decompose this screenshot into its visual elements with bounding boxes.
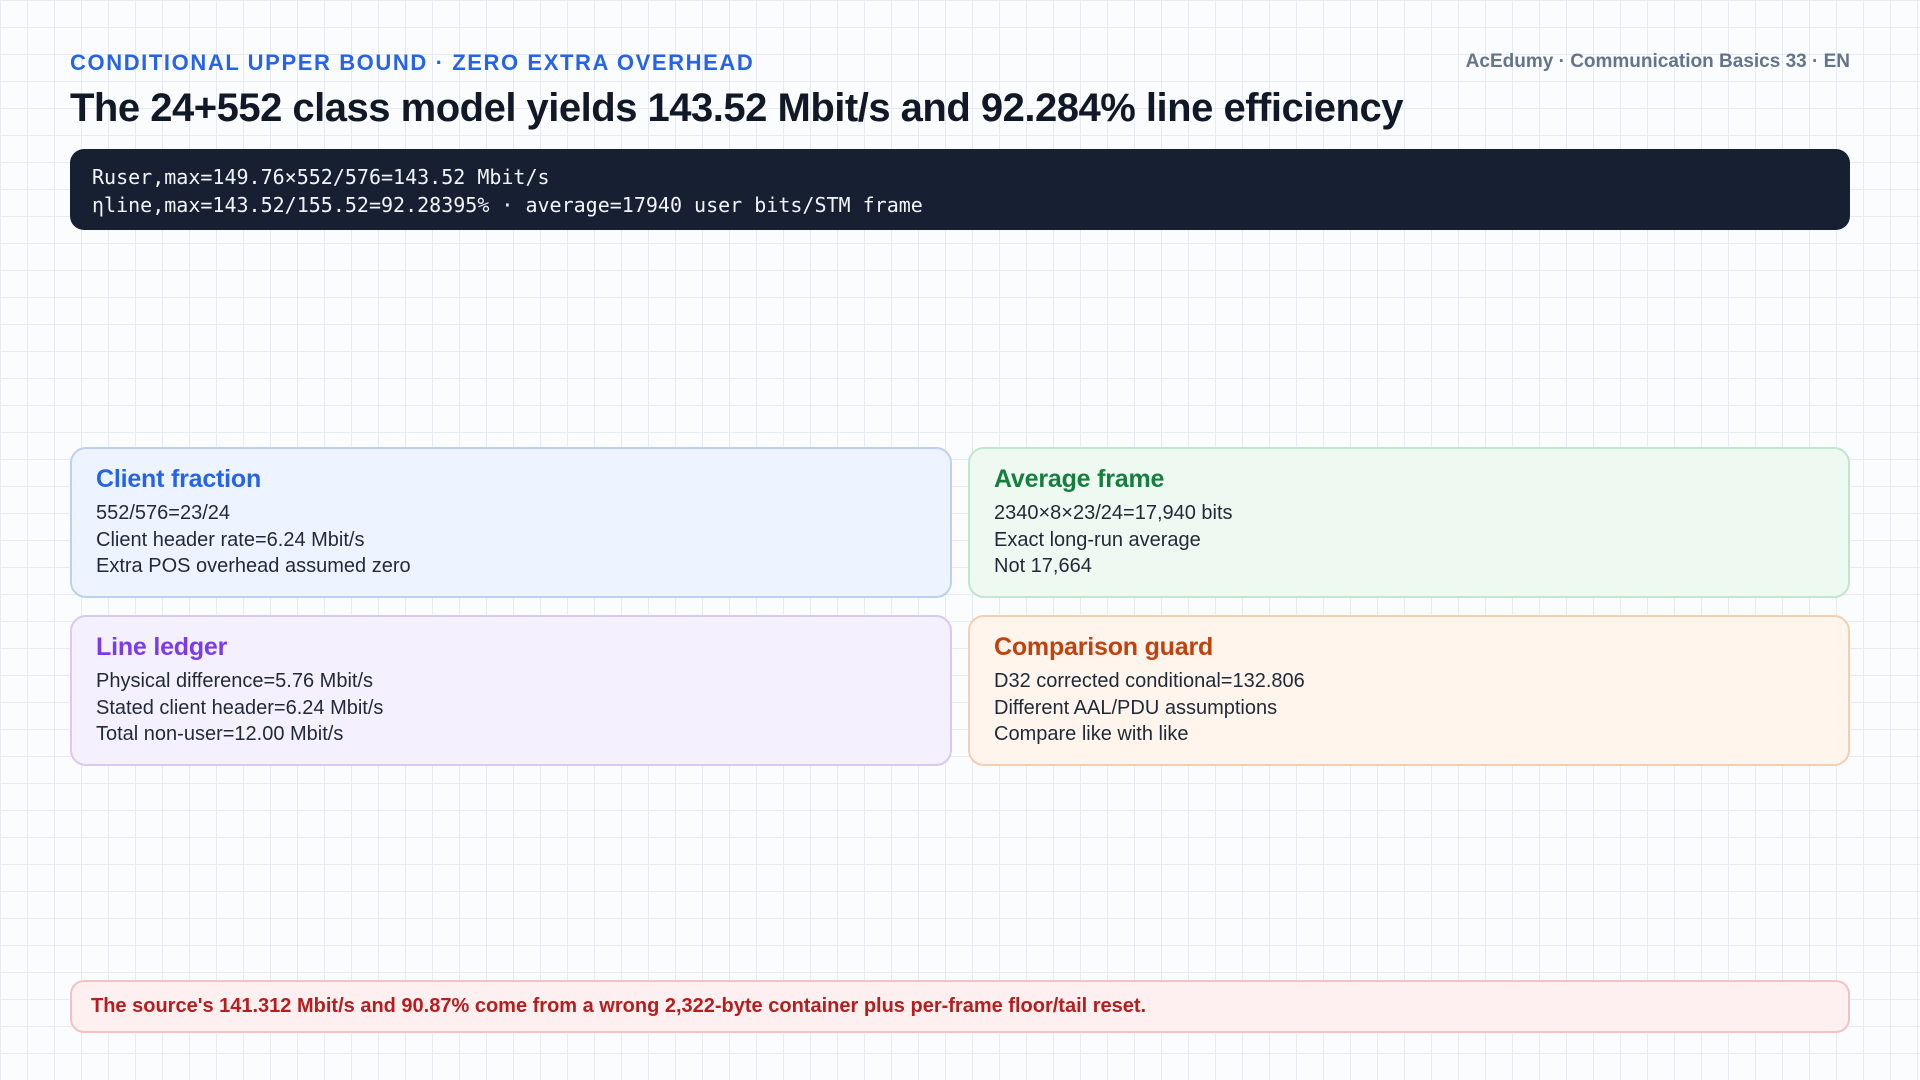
- card-line: Compare like with like: [994, 723, 1189, 745]
- card-average-frame: Average frame 2340×8×23/24=17,940 bits E…: [968, 447, 1850, 598]
- card-line: Extra POS overhead assumed zero: [96, 555, 411, 577]
- card-title: Line ledger: [96, 633, 228, 661]
- page-title: The 24+552 class model yields 143.52 Mbi…: [70, 86, 1403, 130]
- card-line-ledger: Line ledger Physical difference=5.76 Mbi…: [70, 615, 952, 766]
- card-line: 552/576=23/24: [96, 502, 231, 524]
- card-line: 2340×8×23/24=17,940 bits: [994, 502, 1233, 524]
- warning-banner: The source's 141.312 Mbit/s and 90.87% c…: [70, 980, 1850, 1033]
- card-line: Client header rate=6.24 Mbit/s: [96, 528, 365, 551]
- formula-line: ηline,max=143.52/155.52=92.28395% · aver…: [92, 193, 923, 217]
- card-title: Average frame: [994, 465, 1165, 493]
- card-line: Total non-user=12.00 Mbit/s: [96, 723, 344, 745]
- card-title: Client fraction: [96, 465, 262, 493]
- card-client-fraction: Client fraction 552/576=23/24 Client hea…: [70, 447, 952, 598]
- formula-box: Ruser,max=149.76×552/576=143.52 Mbit/s η…: [70, 149, 1850, 230]
- card-line: Different AAL/PDU assumptions: [994, 696, 1278, 719]
- section-kicker: CONDITIONAL UPPER BOUND · ZERO EXTRA OVE…: [70, 50, 755, 75]
- card-line: D32 corrected conditional=132.806: [994, 670, 1305, 692]
- brand-label: AcEdumy · Communication Basics 33 · EN: [1465, 51, 1850, 72]
- card-comparison-guard: Comparison guard D32 corrected condition…: [968, 615, 1850, 766]
- card-line: Physical difference=5.76 Mbit/s: [96, 670, 374, 692]
- formula-line: Ruser,max=149.76×552/576=143.52 Mbit/s: [92, 165, 550, 189]
- card-line: Stated client header=6.24 Mbit/s: [96, 696, 384, 719]
- card-line: Not 17,664: [994, 555, 1092, 577]
- card-line: Exact long-run average: [994, 528, 1201, 551]
- card-title: Comparison guard: [994, 633, 1214, 661]
